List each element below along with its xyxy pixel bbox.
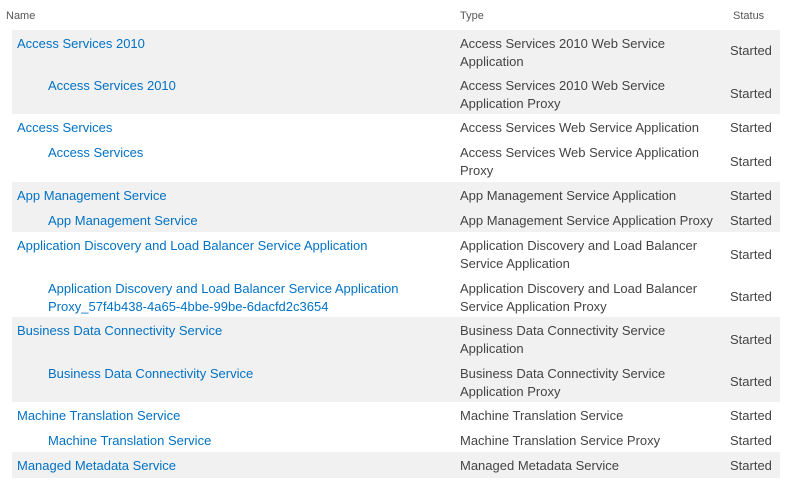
- service-name-link[interactable]: Managed Metadata Service: [17, 457, 437, 475]
- column-header-name[interactable]: Name: [6, 10, 35, 22]
- service-status: Started: [730, 408, 772, 423]
- service-status: Started: [730, 213, 772, 228]
- table-row[interactable]: Application Discovery and Load Balancer …: [12, 232, 780, 275]
- service-status: Started: [730, 374, 772, 389]
- table-row[interactable]: Access Services 2010 Access Services 201…: [12, 30, 780, 72]
- service-type: Machine Translation Service: [460, 408, 624, 423]
- service-name-link[interactable]: Machine Translation Service: [48, 432, 468, 450]
- table-row[interactable]: Access Services Access Services Web Serv…: [12, 114, 780, 139]
- service-status: Started: [730, 289, 772, 304]
- table-row[interactable]: Access Services 2010 Access Services 201…: [12, 72, 780, 114]
- service-status: Started: [730, 433, 772, 448]
- service-status: Started: [730, 458, 772, 473]
- service-applications-list: Name Type Status Access Services 2010 Ac…: [0, 0, 795, 480]
- service-status: Started: [730, 86, 772, 101]
- table-row[interactable]: Application Discovery and Load Balancer …: [12, 275, 780, 317]
- service-status: Started: [730, 247, 772, 262]
- service-name-link[interactable]: Application Discovery and Load Balancer …: [17, 237, 437, 255]
- service-name-link[interactable]: Access Services: [48, 144, 468, 162]
- service-type: Managed Metadata Service: [460, 458, 619, 473]
- service-status: Started: [730, 120, 772, 135]
- table-row[interactable]: Access Services Access Services Web Serv…: [12, 139, 780, 182]
- service-name-link[interactable]: App Management Service: [17, 187, 437, 205]
- service-name-link[interactable]: Access Services: [17, 119, 437, 137]
- table-row[interactable]: App Management Service App Management Se…: [12, 207, 780, 232]
- service-status: Started: [730, 332, 772, 347]
- service-name-link[interactable]: Business Data Connectivity Service: [48, 365, 468, 383]
- service-name-link[interactable]: Machine Translation Service: [17, 407, 437, 425]
- service-type: App Management Service Application: [460, 188, 677, 203]
- service-status: Started: [730, 188, 772, 203]
- service-status: Started: [730, 154, 772, 169]
- service-type: Application Discovery and Load Balancer …: [460, 281, 698, 314]
- service-name-link[interactable]: Access Services 2010: [17, 35, 437, 53]
- column-header-row: Name Type Status: [0, 0, 795, 30]
- service-type: Access Services 2010 Web Service Applica…: [460, 78, 665, 111]
- service-name-link[interactable]: Access Services 2010: [48, 77, 468, 95]
- service-type: Access Services Web Service Application …: [460, 145, 699, 178]
- column-header-status[interactable]: Status: [733, 10, 764, 22]
- service-type: Access Services Web Service Application: [460, 120, 699, 135]
- table-row[interactable]: Business Data Connectivity Service Busin…: [12, 360, 780, 402]
- service-type: Business Data Connectivity Service Appli…: [460, 323, 666, 356]
- table-row[interactable]: Managed Metadata Service Managed Metadat…: [12, 452, 780, 478]
- service-type: App Management Service Application Proxy: [460, 213, 713, 228]
- table-row[interactable]: App Management Service App Management Se…: [12, 182, 780, 207]
- column-header-type[interactable]: Type: [460, 10, 484, 22]
- service-type: Application Discovery and Load Balancer …: [460, 238, 698, 271]
- table-row[interactable]: Machine Translation Service Machine Tran…: [12, 427, 780, 452]
- service-type: Access Services 2010 Web Service Applica…: [460, 36, 665, 69]
- service-name-link[interactable]: Application Discovery and Load Balancer …: [48, 280, 408, 315]
- service-type: Business Data Connectivity Service Appli…: [460, 366, 666, 399]
- service-status: Started: [730, 43, 772, 58]
- table-row[interactable]: Machine Translation Service Machine Tran…: [12, 402, 780, 427]
- service-name-link[interactable]: Business Data Connectivity Service: [17, 322, 437, 340]
- service-type: Machine Translation Service Proxy: [460, 433, 661, 448]
- service-name-link[interactable]: App Management Service: [48, 212, 468, 230]
- table-row[interactable]: Business Data Connectivity Service Busin…: [12, 317, 780, 360]
